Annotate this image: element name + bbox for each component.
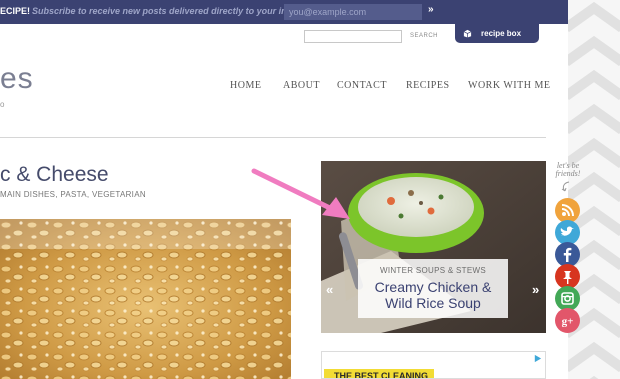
slider-title[interactable]: Creamy Chicken & Wild Rice Soup <box>366 279 500 311</box>
site-tagline: o <box>0 100 5 109</box>
search-button[interactable]: SEARCH <box>410 33 438 39</box>
recipe-box-icon <box>463 29 472 38</box>
site-logo[interactable]: es <box>0 62 34 96</box>
slider-prev-arrow[interactable]: « <box>326 282 333 297</box>
slider-next-arrow[interactable]: » <box>532 282 539 297</box>
curl-arrow-icon <box>561 181 570 192</box>
google-plus-icon: g+ <box>562 316 574 328</box>
nav-recipes[interactable]: RECIPES <box>406 80 450 91</box>
annotation-arrow <box>251 168 350 219</box>
slider-caption-card[interactable]: WINTER SOUPS & STEWS Creamy Chicken & Wi… <box>358 259 508 318</box>
subscribe-submit-button[interactable]: » <box>428 4 434 15</box>
recipe-box-button[interactable]: recipe box <box>455 24 539 43</box>
nav-contact[interactable]: CONTACT <box>337 80 387 91</box>
nav-about[interactable]: ABOUT <box>283 80 320 91</box>
subscribe-lead-text: ECIPE! <box>0 6 31 16</box>
ad-choices-icon[interactable] <box>533 354 542 363</box>
subscribe-bar: ECIPE! Subscribe to receive new posts de… <box>0 0 568 24</box>
ad-text: THE BEST CLEANING <box>334 371 429 379</box>
post-photo-mac-and-cheese[interactable] <box>0 219 291 379</box>
post-categories[interactable]: MAIN DISHES, PASTA, VEGETARIAN <box>0 190 146 199</box>
subscribe-message: Subscribe to receive new posts delivered… <box>32 6 306 16</box>
header-divider <box>0 137 546 138</box>
nav-work-with-me[interactable]: WORK WITH ME <box>468 80 550 91</box>
advertisement-banner[interactable]: THE BEST CLEANING <box>321 351 546 379</box>
subscribe-email-input[interactable] <box>284 4 422 20</box>
post-title[interactable]: c & Cheese <box>0 163 109 187</box>
social-google-plus-button[interactable]: g+ <box>555 308 580 333</box>
recipe-box-label: recipe box <box>481 29 522 38</box>
social-heading-line2: friends! <box>555 169 581 178</box>
social-heading: let's be friends! <box>552 162 584 178</box>
svg-text:g+: g+ <box>562 316 574 328</box>
search-input[interactable] <box>304 30 402 43</box>
slider-category: WINTER SOUPS & STEWS <box>379 266 486 275</box>
nav-home[interactable]: HOME <box>230 80 261 91</box>
